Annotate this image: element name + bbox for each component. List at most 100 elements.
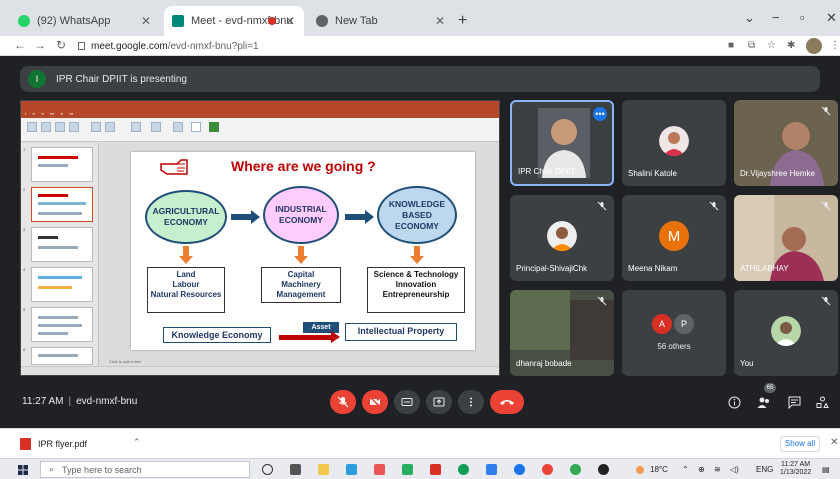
ribbon-button xyxy=(105,122,115,132)
edge-icon[interactable] xyxy=(458,464,469,475)
taskbar-clock[interactable]: 11:27 AM 1/13/2022 xyxy=(780,461,811,477)
knowledge-factors-box: Science & Technology Innovation Entreprene… xyxy=(367,267,465,313)
industrial-economy-ellipse: INDUSTRIAL ECONOMY xyxy=(263,186,339,244)
ribbon-button xyxy=(91,122,101,132)
chat-button[interactable] xyxy=(786,394,802,410)
notifications-icon[interactable]: ▤ xyxy=(822,465,830,474)
profile-avatar[interactable] xyxy=(806,38,822,54)
participant-tile[interactable]: M Meena Nikam xyxy=(622,195,726,281)
app-icon[interactable] xyxy=(514,464,525,475)
acrobat-icon[interactable] xyxy=(430,464,441,475)
participant-tile-you[interactable]: You xyxy=(734,290,838,376)
tray-chevron-icon[interactable]: ⌃ xyxy=(682,465,689,474)
participant-tile[interactable]: dhanraj bobade xyxy=(510,290,614,376)
app-icon[interactable] xyxy=(486,464,497,475)
new-tab-button[interactable]: + xyxy=(458,12,467,30)
participant-tile[interactable]: Shalini Katole xyxy=(622,100,726,186)
show-all-button[interactable]: Show all xyxy=(780,436,820,452)
arrow-down-icon xyxy=(294,256,308,264)
cortana-icon[interactable] xyxy=(262,464,273,475)
chevron-up-icon[interactable]: ⌃ xyxy=(133,437,141,448)
mic-off-icon xyxy=(821,201,831,211)
intellectual-property-box: Intellectual Property xyxy=(345,323,457,341)
knowledge-economy-box: Knowledge Economy xyxy=(163,327,271,343)
url-field[interactable]: meet.google.com/evd-nmxf-bnu?pli=1 xyxy=(78,37,718,55)
slide: Where are we going ? AGRICULTURAL ECONOM… xyxy=(131,152,475,350)
app-icon[interactable] xyxy=(346,464,357,475)
participant-name: Shalini Katole xyxy=(628,169,677,178)
participant-tile[interactable]: Dr.Vijayshree Hemke xyxy=(734,100,838,186)
app-icon[interactable] xyxy=(374,464,385,475)
app-icon[interactable] xyxy=(598,464,609,475)
taskbar-search[interactable]: ⌕ Type here to search xyxy=(40,461,250,478)
participant-tile[interactable]: ATHILABHAY xyxy=(734,195,838,281)
reload-icon[interactable]: ↻ xyxy=(56,38,66,52)
maximize-button[interactable]: ▫ xyxy=(800,10,805,25)
tab-whatsapp[interactable]: (92) WhatsApp ✕ xyxy=(10,6,160,36)
mic-off-icon xyxy=(597,296,607,306)
tab-label: (92) WhatsApp xyxy=(37,15,111,27)
present-now-button[interactable] xyxy=(426,390,452,414)
chrome-icon[interactable] xyxy=(570,464,581,475)
mic-toggle-button[interactable] xyxy=(330,390,356,414)
close-icon[interactable]: ✕ xyxy=(141,14,151,28)
chrome-icon xyxy=(316,15,328,27)
participant-tile[interactable]: ••• IPR Chair DPIIT xyxy=(510,100,614,186)
share-icon[interactable]: ⧉ xyxy=(748,40,755,51)
recording-dot-icon xyxy=(268,17,276,25)
others-count: 56 others xyxy=(657,342,691,351)
close-window-button[interactable]: ✕ xyxy=(826,10,837,26)
windows-start-icon[interactable] xyxy=(18,465,28,475)
others-avatars: A P xyxy=(652,314,696,334)
meeting-details-button[interactable] xyxy=(726,394,742,410)
language-indicator[interactable]: ENG xyxy=(756,465,773,474)
close-icon[interactable]: ✕ xyxy=(830,437,838,448)
arrow-down-icon xyxy=(183,246,189,256)
presenter-avatar: I xyxy=(28,70,46,88)
taskbar: ⌕ Type here to search 18°C ⌃ ⊕ ≋ ◁) ENG … xyxy=(0,458,840,479)
close-icon[interactable]: ✕ xyxy=(435,14,445,28)
weather-temp[interactable]: 18°C xyxy=(650,465,668,474)
info-icon xyxy=(728,396,740,408)
ppt-menu-bar: ▪ ▪▪ ▪▪ ▪▪▪ ▪▪ ▪▪▪ xyxy=(21,109,499,118)
participant-tile-others[interactable]: A P 56 others xyxy=(622,290,726,376)
wifi-icon[interactable]: ≋ xyxy=(714,465,721,474)
industrial-factors-box: Capital Machinery Management xyxy=(261,267,341,303)
menu-icon[interactable]: ⋮ xyxy=(830,40,840,51)
camera-icon[interactable]: ■ xyxy=(728,40,734,51)
tab-new-tab[interactable]: New Tab ✕ xyxy=(308,6,454,36)
file-explorer-icon[interactable] xyxy=(318,464,329,475)
meet-stage: I IPR Chair DPIIT is presenting ▪ ▪▪ ▪▪ ▪▪▪… xyxy=(0,56,840,428)
participant-name: Dr.Vijayshree Hemke xyxy=(740,169,815,178)
close-icon[interactable]: ✕ xyxy=(285,14,295,28)
captions-button[interactable] xyxy=(394,390,420,414)
chrome-icon[interactable] xyxy=(542,464,553,475)
pointing-hand-icon xyxy=(160,159,188,175)
minimize-button[interactable]: − xyxy=(772,10,780,25)
more-options-button[interactable] xyxy=(458,390,484,414)
tab-search-button[interactable]: ⌄ xyxy=(744,10,755,26)
people-button[interactable] xyxy=(756,394,772,410)
back-arrow-icon[interactable]: ← xyxy=(14,38,26,52)
participant-avatar: A xyxy=(652,314,672,334)
activities-button[interactable] xyxy=(814,394,830,410)
meet-icon xyxy=(172,15,184,27)
volume-icon[interactable]: ◁) xyxy=(730,465,739,474)
clock-date: 1/13/2022 xyxy=(780,469,812,476)
ribbon-button xyxy=(69,122,79,132)
leave-call-button[interactable] xyxy=(490,390,524,414)
agricultural-economy-ellipse: AGRICULTURAL ECONOMY xyxy=(145,190,227,244)
camera-toggle-button[interactable] xyxy=(362,390,388,414)
more-options-icon[interactable]: ••• xyxy=(593,107,607,121)
star-icon[interactable]: ☆ xyxy=(767,40,776,51)
task-view-icon[interactable] xyxy=(290,464,301,475)
participant-name: IPR Chair DPIIT xyxy=(518,167,576,176)
network-icon[interactable]: ⊕ xyxy=(698,465,705,474)
participant-name: Meena Nikam xyxy=(628,264,678,273)
excel-icon[interactable] xyxy=(402,464,413,475)
tab-meet[interactable]: Meet - evd-nmxf-bnu ✕ xyxy=(164,6,304,36)
download-file-name[interactable]: IPR flyer.pdf xyxy=(38,439,87,449)
forward-arrow-icon[interactable]: → xyxy=(34,38,46,52)
participant-tile[interactable]: Principal-ShivajiChk xyxy=(510,195,614,281)
extensions-icon[interactable]: ✱ xyxy=(787,40,795,51)
